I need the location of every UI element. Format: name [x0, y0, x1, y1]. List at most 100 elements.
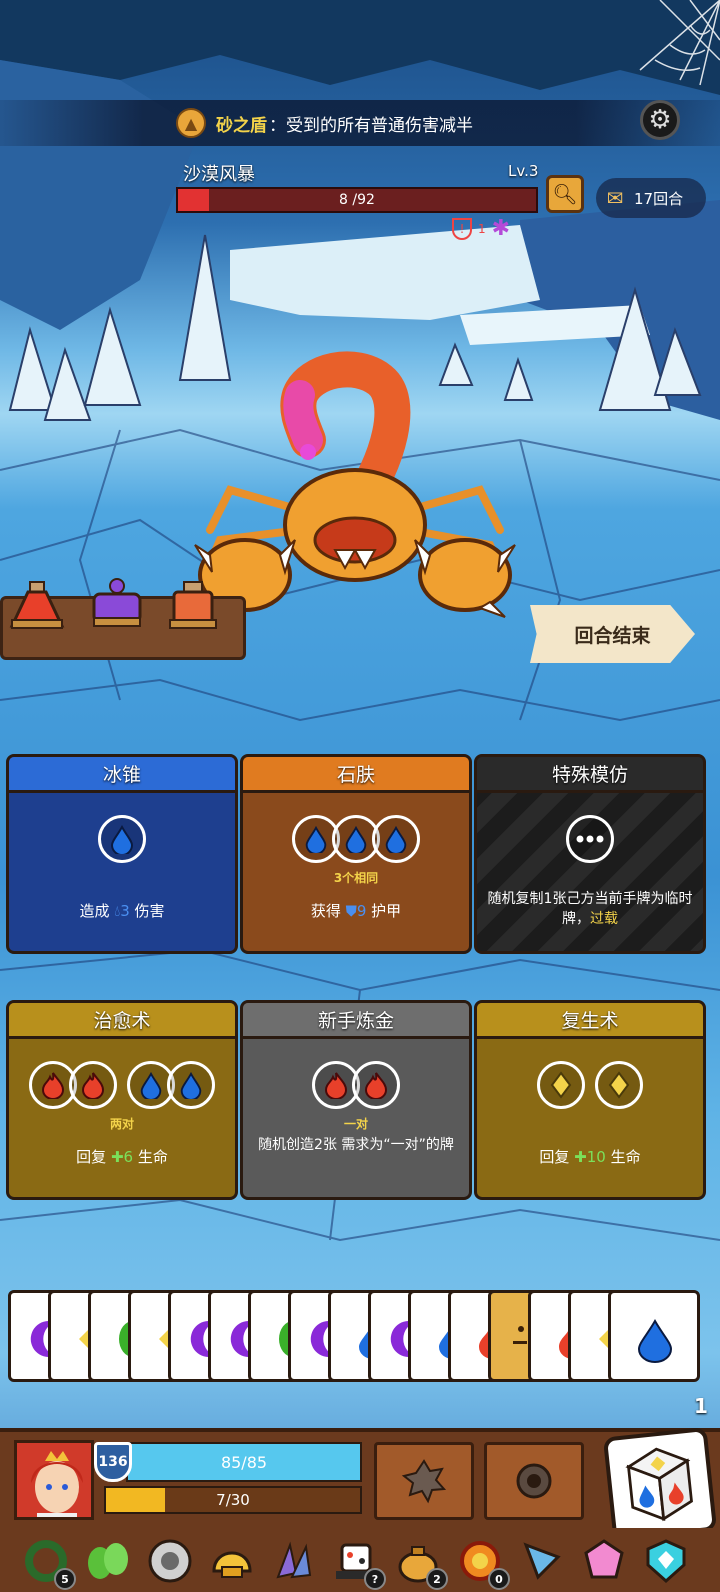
effect-text: 获得: [310, 902, 346, 920]
relic-wreath[interactable]: 5: [18, 1534, 76, 1590]
card-effect: 随机复制1张己方当前手牌为临时牌，过载: [477, 889, 703, 929]
relic-drill[interactable]: [514, 1534, 570, 1588]
card-effect: 获得 ⛊9 护甲: [243, 901, 469, 921]
debuff-count: 1: [478, 221, 486, 236]
fire-icon: [81, 1072, 105, 1099]
player-armor-shield-icon: 136: [94, 1442, 132, 1482]
card-title: 新手炼金: [243, 1003, 469, 1039]
relic-gear-ring[interactable]: [142, 1534, 198, 1588]
water-dice-slot[interactable]: [98, 815, 146, 863]
scorpion-enemy[interactable]: [190, 340, 520, 640]
roll-dice-button[interactable]: [602, 1426, 718, 1542]
player-avatar[interactable]: [14, 1440, 94, 1520]
skill-card-ice-cone[interactable]: 冰锥 造成 💧︎3 伤害: [6, 754, 238, 954]
equipment-slot-2[interactable]: [484, 1442, 584, 1520]
card-body: 造成 💧︎3 伤害: [9, 793, 235, 951]
plus-icon: ✚: [574, 1148, 587, 1166]
orange-potion-icon[interactable]: [164, 580, 222, 632]
turn-counter-text: 17回合: [634, 189, 684, 208]
card-body: 回复 ✚10 生命: [477, 1039, 703, 1197]
relic-leaf[interactable]: [80, 1534, 136, 1588]
skill-card-revival[interactable]: 复生术 回复 ✚10 生命: [474, 1000, 706, 1200]
gold-diamond-icon: [608, 1071, 630, 1099]
effect-text: 造成: [79, 902, 115, 920]
hand-extra-count: 1: [694, 1394, 708, 1418]
any-dice-slot[interactable]: [566, 815, 614, 863]
dice-slot-row: [243, 815, 469, 863]
water-drop-icon: [637, 1319, 673, 1363]
card-body: 一对 随机创造2张 需求为“一对”的牌: [243, 1039, 469, 1197]
effect-text: 随机创造2张 需求为“一对”的牌: [258, 1137, 454, 1153]
card-body: 3个相同 获得 ⛊9 护甲: [243, 793, 469, 951]
dice-slot-row: [9, 1061, 235, 1109]
relic-fire-ring[interactable]: 0: [452, 1534, 510, 1590]
card-title: 复生术: [477, 1003, 703, 1039]
skill-card-stone-skin[interactable]: 石肤 3个相同 获得 ⛊9 护甲: [240, 754, 472, 954]
card-title: 特殊模仿: [477, 757, 703, 793]
inspect-enemy-magnifier-icon[interactable]: 🔍︎: [546, 175, 584, 213]
relic-bag[interactable]: 2: [390, 1534, 448, 1590]
card-effect: 随机创造2张 需求为“一对”的牌: [243, 1135, 469, 1155]
enemy-hp-text: 8 /92: [339, 192, 375, 208]
frost-star-icon[interactable]: ✱: [492, 216, 510, 241]
scroll-icon: ✉: [606, 186, 624, 210]
settings-gear-icon[interactable]: ⚙: [640, 100, 680, 140]
claw-icon: [276, 1541, 312, 1579]
equipment-slot-1[interactable]: [374, 1442, 474, 1520]
card-effect: 造成 💧︎3 伤害: [9, 901, 235, 921]
red-potion-icon[interactable]: [8, 580, 66, 632]
fire-dice-slot[interactable]: [69, 1061, 117, 1109]
gold-dice-slot[interactable]: [537, 1061, 585, 1109]
water-dice-slot[interactable]: [167, 1061, 215, 1109]
turn-counter: ✉ 17回合: [596, 178, 706, 218]
water-drop-icon: [345, 825, 367, 853]
dice-hand: [8, 1290, 708, 1382]
broken-shield-icon[interactable]: !: [452, 217, 472, 240]
heal-value: 10: [586, 1148, 606, 1166]
armor-value: 9: [356, 902, 367, 920]
water-drop-icon: [385, 825, 407, 853]
fire-dice-slot[interactable]: [352, 1061, 400, 1109]
ellipsis-icon: [576, 835, 604, 843]
fire-icon: [324, 1072, 348, 1099]
water-drop-icon: [305, 825, 327, 853]
enemy-status-effects: ! 1 ✱: [452, 216, 510, 241]
gear-ring-icon: [148, 1539, 192, 1583]
relic-claw[interactable]: [266, 1534, 322, 1588]
spiked-die-icon: [401, 1459, 447, 1504]
relic-count-badge: ?: [364, 1568, 386, 1590]
card-effect: 回复 ✚6 生命: [9, 1147, 235, 1167]
effect-text: 护甲: [366, 902, 402, 920]
relic-dice-hat[interactable]: ?: [328, 1534, 386, 1590]
leaf-icon: [88, 1543, 128, 1579]
card-title: 治愈术: [9, 1003, 235, 1039]
effect-text: 回复: [76, 1148, 111, 1166]
relic-count-badge: 5: [54, 1568, 76, 1590]
damage-value: 3: [120, 902, 130, 920]
gold-dice-slot[interactable]: [595, 1061, 643, 1109]
fire-icon: [364, 1072, 388, 1099]
dice-requirement: 一对: [343, 1117, 368, 1131]
dice-slot-row: [9, 815, 235, 863]
drill-icon: [523, 1542, 561, 1580]
effect-text: 生命: [605, 1148, 641, 1166]
card-body: 随机复制1张己方当前手牌为临时牌，过载: [477, 793, 703, 951]
relic-count-badge: 0: [488, 1568, 510, 1590]
hand-die-blue-top[interactable]: [608, 1290, 700, 1382]
buff-description: ：受到的所有普通伤害减半: [269, 115, 473, 136]
skill-card-novice-alchemy[interactable]: 新手炼金 一对 随机创造2张 需求为“一对”的牌: [240, 1000, 472, 1200]
water-dice-slot[interactable]: [372, 815, 420, 863]
skill-card-special-mimic[interactable]: 特殊模仿 随机复制1张己方当前手牌为临时牌，过载: [474, 754, 706, 954]
player-xp-text: 7/30: [216, 1491, 250, 1509]
end-turn-button[interactable]: 回合结束: [530, 605, 695, 663]
player-xp-bar: 7/30: [104, 1486, 362, 1514]
relic-helmet[interactable]: [204, 1534, 260, 1588]
skill-card-healing[interactable]: 治愈术 两对 回复 ✚6 生命: [6, 1000, 238, 1200]
purple-potion-icon[interactable]: [88, 578, 146, 630]
crystal-die-icon: [584, 1539, 624, 1579]
buff-name: 砂之盾: [216, 115, 267, 136]
overload-keyword: 过载: [590, 911, 618, 927]
relic-crystal-die[interactable]: [576, 1534, 632, 1588]
enemy-name: 沙漠风暴: [183, 164, 255, 185]
relic-gem-shield[interactable]: [638, 1534, 694, 1588]
